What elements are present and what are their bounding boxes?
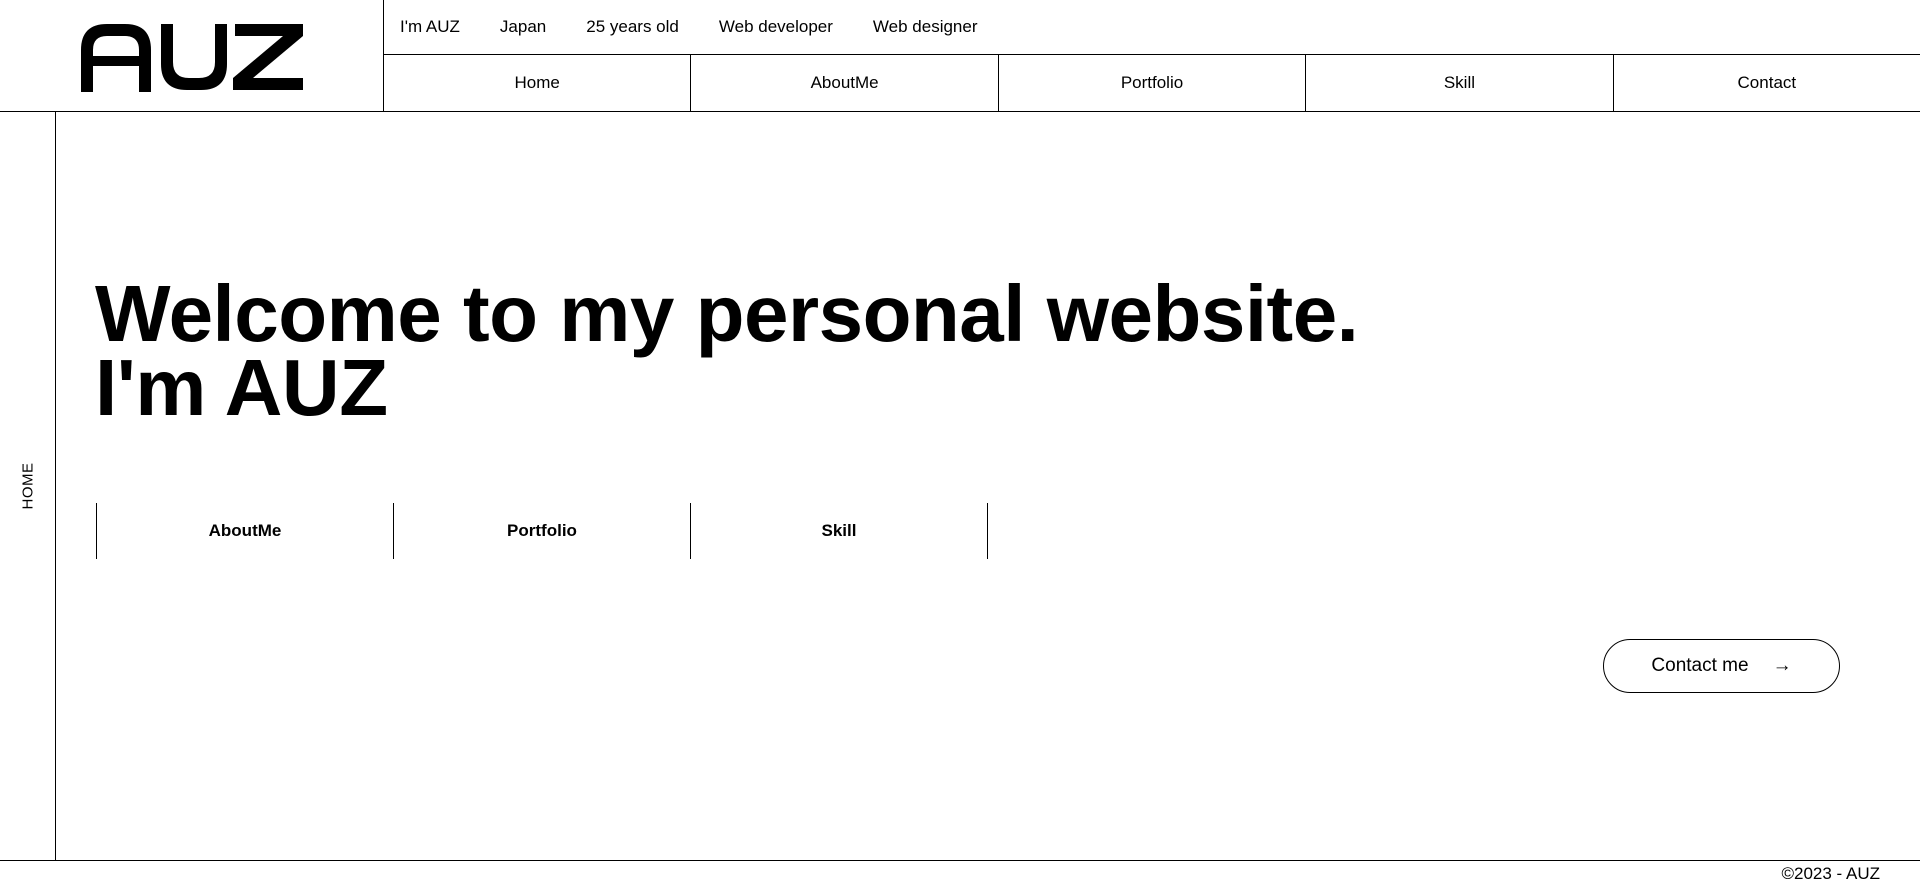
- section-label: HOME: [19, 462, 37, 510]
- logo-link[interactable]: [0, 0, 384, 111]
- hero-heading-line-1: Welcome to my personal website.: [95, 269, 1359, 358]
- contact-me-label: Contact me: [1651, 655, 1749, 676]
- nav-item-home[interactable]: Home: [384, 55, 692, 111]
- footer-divider: [0, 860, 1920, 861]
- nav-item-skill[interactable]: Skill: [1306, 55, 1614, 111]
- tagline-role-designer: Web designer: [872, 17, 978, 36]
- tagline-bar: I'm AUZ Japan 25 years old Web developer…: [384, 0, 1920, 55]
- quick-link-portfolio[interactable]: Portfolio: [394, 503, 691, 559]
- nav-item-portfolio[interactable]: Portfolio: [999, 55, 1307, 111]
- tagline-role-developer: Web developer: [718, 17, 833, 36]
- tagline-age: 25 years old: [586, 17, 679, 36]
- arrow-right-icon: →: [1772, 655, 1792, 676]
- auz-logo: [80, 23, 303, 92]
- quick-link-aboutme[interactable]: AboutMe: [97, 503, 394, 559]
- nav-item-contact[interactable]: Contact: [1614, 55, 1920, 111]
- hero-heading: Welcome to my personal website. I'm AUZ: [95, 269, 1359, 432]
- side-rail: HOME: [0, 112, 56, 860]
- hero-heading-line-2: I'm AUZ: [95, 343, 388, 432]
- nav-item-aboutme[interactable]: AboutMe: [691, 55, 999, 111]
- copyright-text: ©2023 - AUZ: [1781, 864, 1880, 883]
- quick-links: AboutMe Portfolio Skill: [96, 503, 988, 559]
- contact-me-button[interactable]: Contact me →: [1603, 639, 1840, 693]
- tagline-name: I'm AUZ: [400, 17, 460, 36]
- main-nav: Home AboutMe Portfolio Skill Contact: [384, 55, 1920, 111]
- quick-link-skill[interactable]: Skill: [691, 503, 988, 559]
- tagline-country: Japan: [499, 17, 547, 36]
- page: I'm AUZ Japan 25 years old Web developer…: [0, 0, 1920, 884]
- site-header: I'm AUZ Japan 25 years old Web developer…: [0, 0, 1920, 112]
